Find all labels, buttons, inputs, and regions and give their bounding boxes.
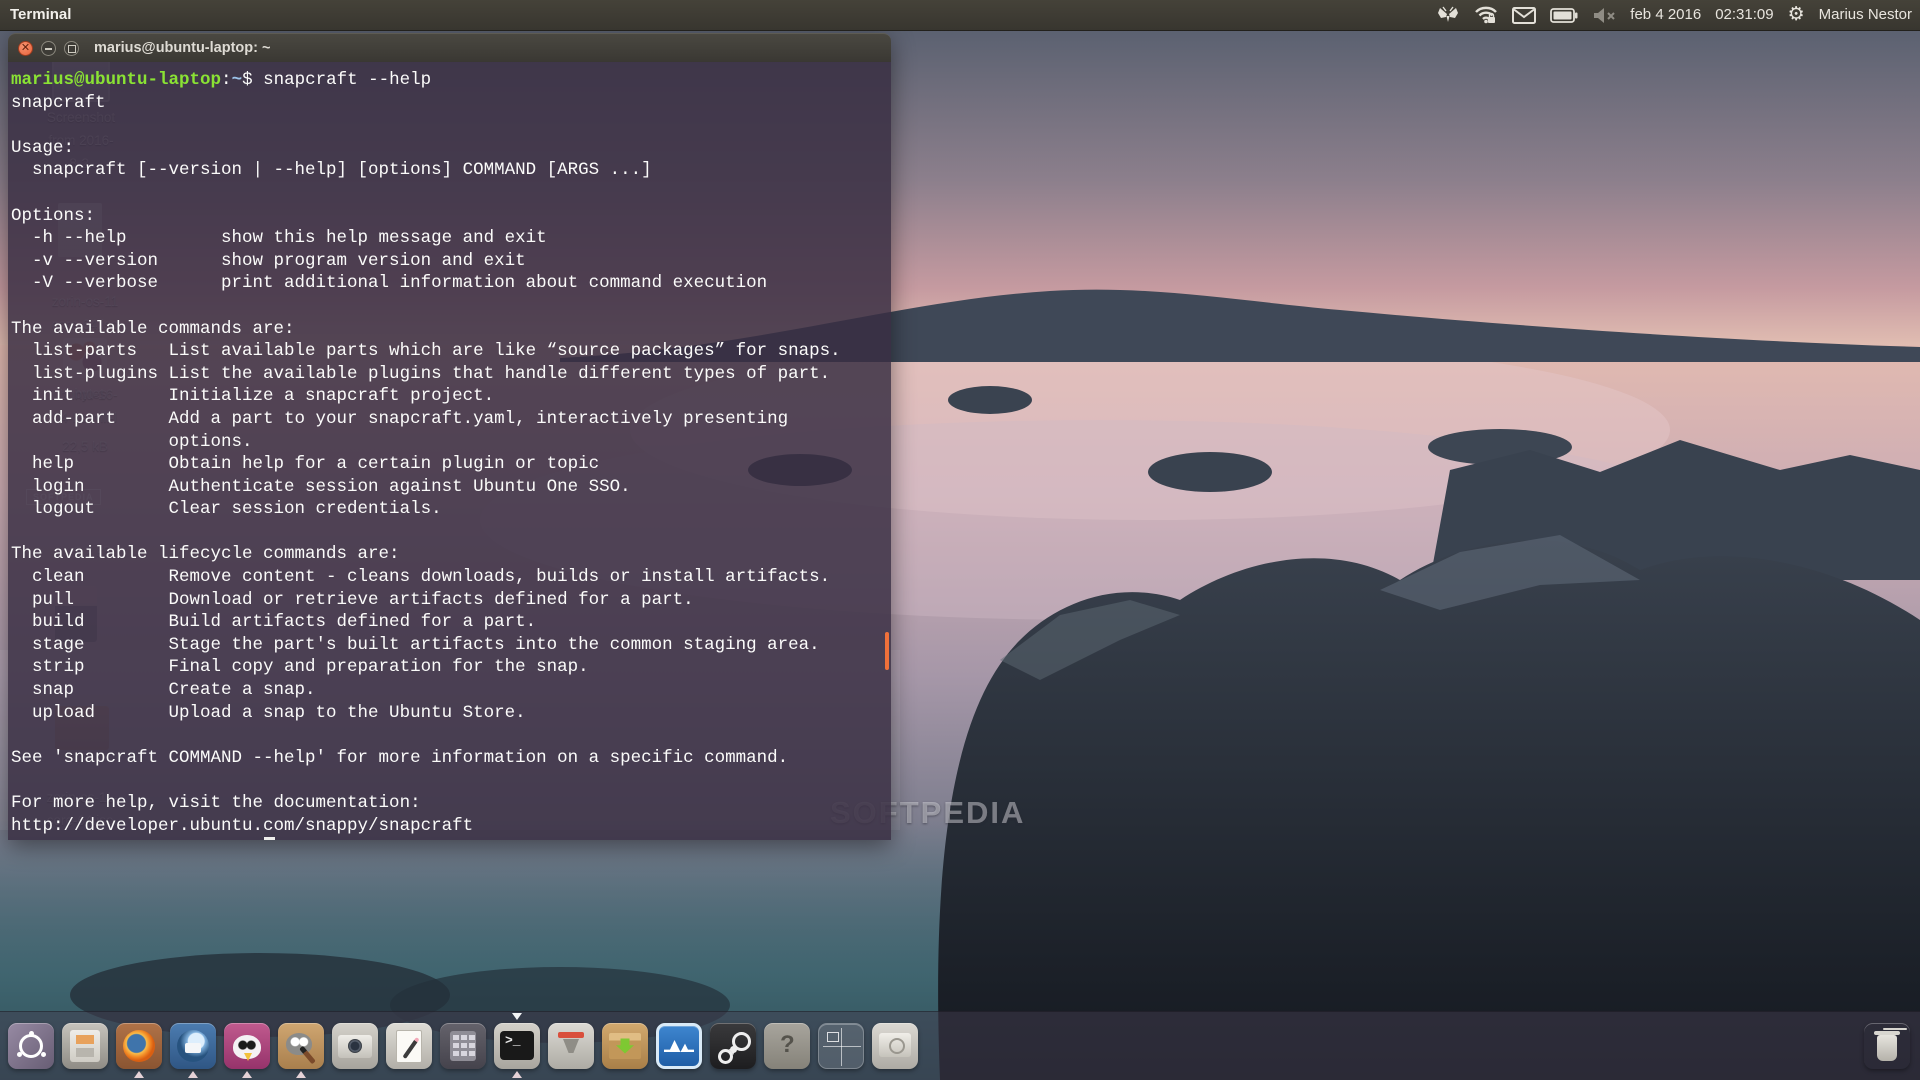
running-indicator xyxy=(242,1071,252,1078)
system-tray: feb 4 2016 02:31:09 ⚙ Marius Nestor xyxy=(1436,0,1912,30)
moth-indicator-icon[interactable] xyxy=(1436,6,1460,24)
typed-command: snapcraft --help xyxy=(263,70,431,90)
clock-date[interactable]: feb 4 2016 xyxy=(1630,0,1701,30)
running-indicator xyxy=(134,1071,144,1078)
prompt-user: marius@ubuntu-laptop xyxy=(11,70,221,90)
trash-icon[interactable] xyxy=(1864,1023,1910,1069)
focused-indicator xyxy=(512,1013,522,1020)
update-manager-icon[interactable] xyxy=(548,1023,594,1069)
dock-items xyxy=(8,1023,918,1069)
calculator-icon[interactable] xyxy=(440,1023,486,1069)
window-title: marius@ubuntu-laptop: ~ xyxy=(94,34,270,63)
terminal-command-line: marius@ubuntu-laptop:~$ snapcraft --help xyxy=(11,69,891,92)
battery-icon[interactable] xyxy=(1550,8,1578,23)
running-indicator xyxy=(188,1071,198,1078)
file-manager-icon[interactable] xyxy=(62,1023,108,1069)
terminal-prompt-line: marius@ubuntu-laptop:~$ xyxy=(11,837,891,840)
running-indicator xyxy=(296,1071,306,1078)
terminal-cursor xyxy=(264,837,275,840)
system-monitor-icon[interactable] xyxy=(656,1023,702,1069)
workspace-switcher-icon[interactable] xyxy=(818,1023,864,1069)
session-gear-icon[interactable]: ⚙ xyxy=(1788,0,1805,30)
mail-icon[interactable] xyxy=(1512,7,1536,24)
terminal-window: ✕ marius@ubuntu-laptop: ~ marius@ubuntu-… xyxy=(8,33,891,840)
wifi-icon[interactable] xyxy=(1474,5,1498,25)
scrollbar-thumb[interactable] xyxy=(885,632,889,670)
firefox-icon[interactable] xyxy=(116,1023,162,1069)
text-editor-icon[interactable] xyxy=(386,1023,432,1069)
session-username[interactable]: Marius Nestor xyxy=(1819,0,1912,30)
help-icon[interactable] xyxy=(764,1023,810,1069)
top-panel: Terminal feb 4 2016 02:31:09 ⚙ Marius Ne… xyxy=(0,0,1920,31)
workspace-current-marker xyxy=(827,1032,839,1042)
active-app-title: Terminal xyxy=(10,0,71,30)
terminal-content[interactable]: marius@ubuntu-laptop:~$ snapcraft --help… xyxy=(8,62,891,840)
clock-time[interactable]: 02:31:09 xyxy=(1715,0,1773,30)
terminal-output: snapcraft Usage: snapcraft [--version | … xyxy=(11,92,891,838)
maximize-button[interactable] xyxy=(64,41,79,56)
owl-messenger-icon[interactable] xyxy=(224,1023,270,1069)
thunderbird-icon[interactable] xyxy=(170,1023,216,1069)
gimp-icon[interactable] xyxy=(278,1023,324,1069)
running-indicator xyxy=(512,1071,522,1078)
terminal-titlebar[interactable]: ✕ marius@ubuntu-laptop: ~ xyxy=(8,33,891,62)
package-installer-icon[interactable] xyxy=(602,1023,648,1069)
minimize-button[interactable] xyxy=(41,41,56,56)
close-button[interactable]: ✕ xyxy=(18,41,33,56)
desktop: Terminal feb 4 2016 02:31:09 ⚙ Marius Ne… xyxy=(0,0,1920,1080)
steam-icon[interactable] xyxy=(710,1023,756,1069)
shotwell-camera-icon[interactable] xyxy=(332,1023,378,1069)
volume-muted-icon[interactable] xyxy=(1592,7,1616,24)
launcher-dock xyxy=(0,1011,1920,1080)
ubuntu-dash-icon[interactable] xyxy=(8,1023,54,1069)
terminal-icon[interactable] xyxy=(494,1023,540,1069)
hard-disk-icon[interactable] xyxy=(872,1023,918,1069)
